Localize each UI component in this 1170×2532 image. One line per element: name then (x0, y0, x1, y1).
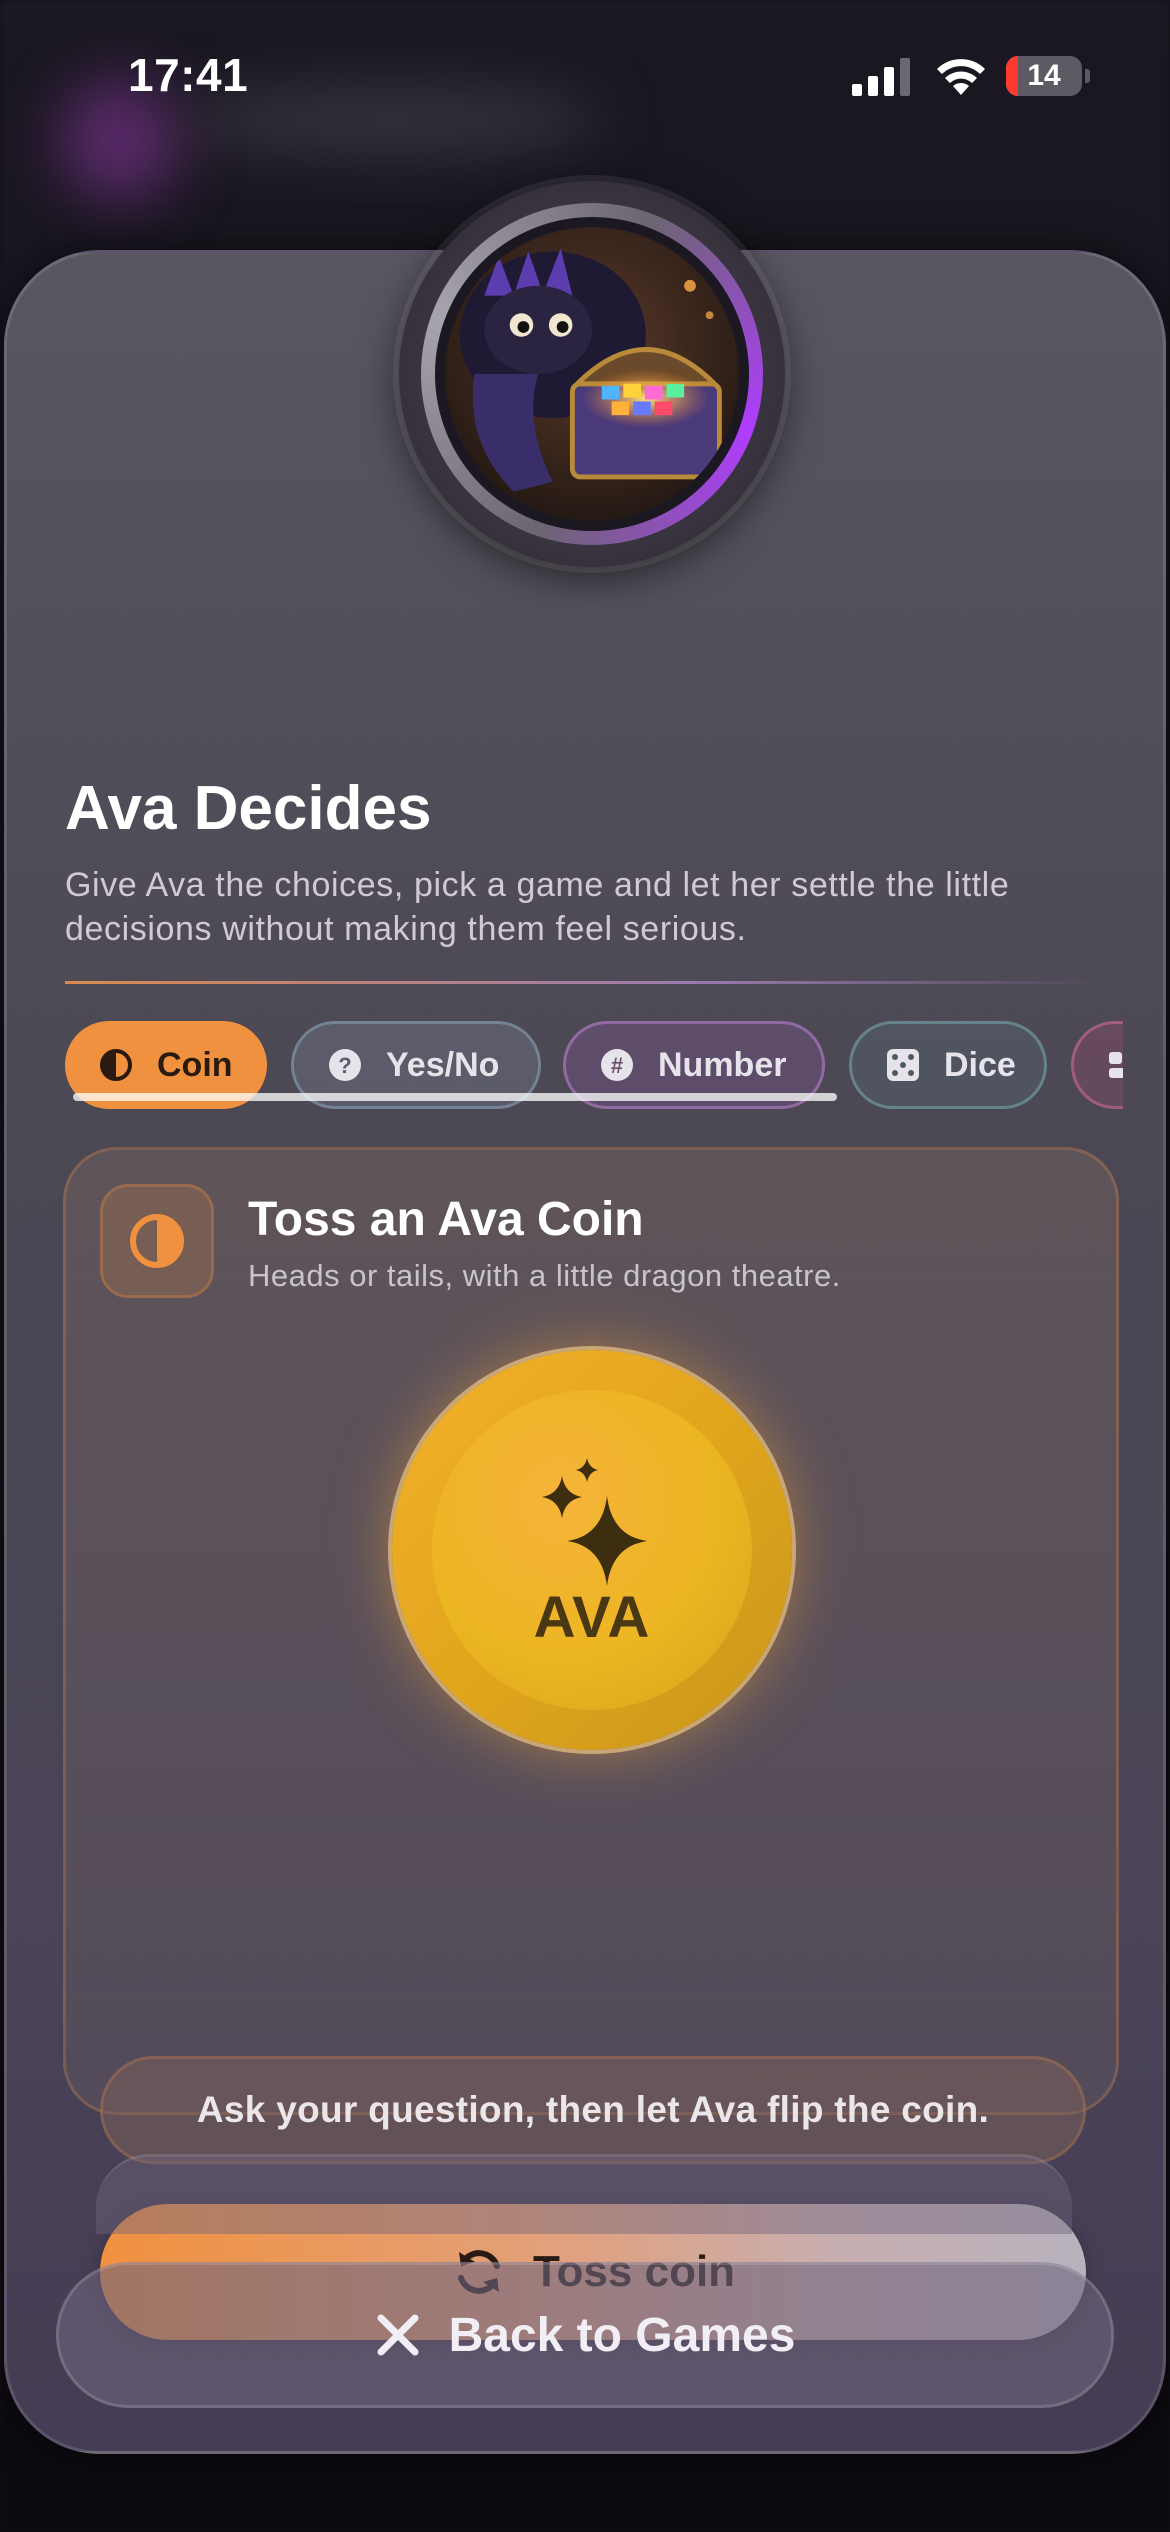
avatar (399, 181, 785, 567)
quote-icon (1109, 1052, 1123, 1078)
dice-icon (887, 1049, 919, 1081)
battery-level: 14 (1027, 59, 1061, 92)
status-time: 17:41 (128, 49, 249, 101)
page-subtitle: Give Ava the choices, pick a game and le… (65, 866, 1010, 948)
tab-label: Coin (157, 1045, 233, 1084)
coin-card-icon (100, 1184, 214, 1298)
tab-dice[interactable]: Dice (849, 1021, 1047, 1109)
tab-more[interactable] (1071, 1021, 1123, 1109)
back-to-games-button[interactable]: Back to Games (56, 2262, 1114, 2408)
card-title: Toss an Ava Coin (248, 1193, 644, 1246)
game-tabs: Coin ? Yes/No # Number Dice (61, 1021, 1123, 1121)
status-bar: 17:41 14 (0, 0, 1170, 150)
hash-circle-icon: # (601, 1049, 633, 1081)
svg-text:#: # (611, 1053, 623, 1078)
wifi-icon (937, 59, 985, 95)
svg-text:?: ? (338, 1053, 351, 1078)
close-icon (377, 2314, 419, 2356)
dragon-treasure-avatar (445, 227, 739, 521)
half-circle-icon (100, 1049, 132, 1081)
page-title: Ava Decides (65, 774, 432, 843)
tabs-scrollbar[interactable] (73, 1093, 837, 1101)
tab-label: Yes/No (386, 1045, 500, 1084)
sparkles-icon (542, 1458, 647, 1586)
coin-label: AVA (533, 1585, 651, 1650)
next-card-peek (96, 2154, 1072, 2234)
battery-icon: 14 (1006, 56, 1090, 96)
coin-prompt: Ask your question, then let Ava flip the… (100, 2056, 1086, 2164)
question-circle-icon: ? (329, 1049, 361, 1081)
tab-label: Dice (944, 1045, 1016, 1084)
card-subtitle: Heads or tails, with a little dragon the… (248, 1258, 841, 1293)
back-button-label: Back to Games (448, 2308, 796, 2362)
tab-label: Number (658, 1045, 787, 1084)
games-sheet: Ava Decides Give Ava the choices, pick a… (4, 181, 1166, 2454)
header-divider (65, 981, 1105, 984)
ava-coin[interactable]: AVA (392, 1350, 792, 1750)
half-circle-icon (130, 1214, 184, 1268)
coin-card: Toss an Ava Coin Heads or tails, with a … (63, 1147, 1119, 2340)
signal-icon (852, 58, 910, 96)
